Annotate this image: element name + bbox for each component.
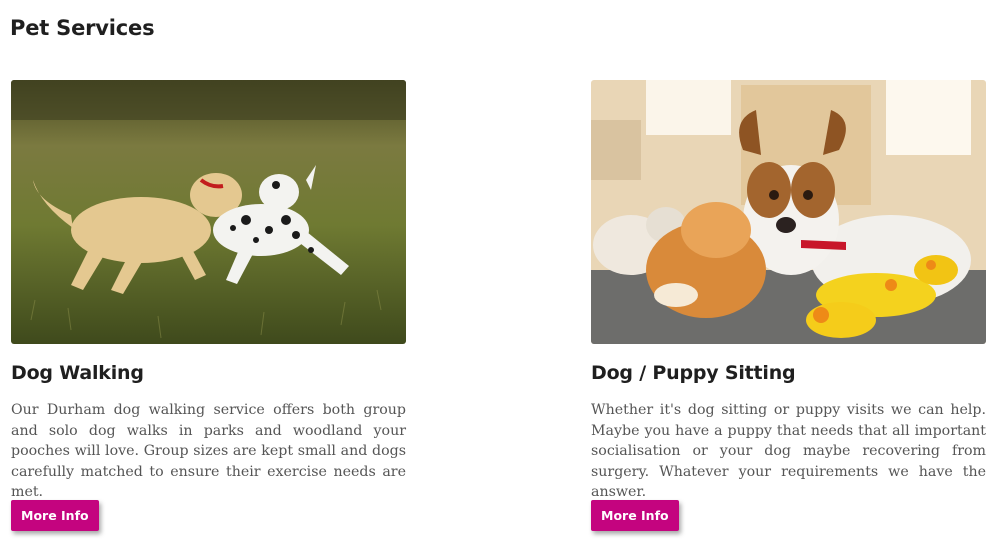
card-title: Dog Walking	[11, 362, 144, 384]
dog-walking-photo	[11, 80, 406, 344]
service-card-dog-sitting: Dog / Puppy Sitting Whether it's dog sit…	[591, 80, 987, 531]
page-title: Pet Services	[10, 16, 155, 40]
card-title: Dog / Puppy Sitting	[591, 362, 796, 384]
card-description: Whether it's dog sitting or puppy visits…	[591, 402, 986, 500]
more-info-button[interactable]: More Info	[11, 500, 99, 531]
dog-sitting-photo	[591, 80, 986, 344]
card-description: Our Durham dog walking service offers bo…	[11, 402, 406, 500]
service-card-dog-walking: Dog Walking Our Durham dog walking servi…	[11, 80, 407, 531]
more-info-button[interactable]: More Info	[591, 500, 679, 531]
